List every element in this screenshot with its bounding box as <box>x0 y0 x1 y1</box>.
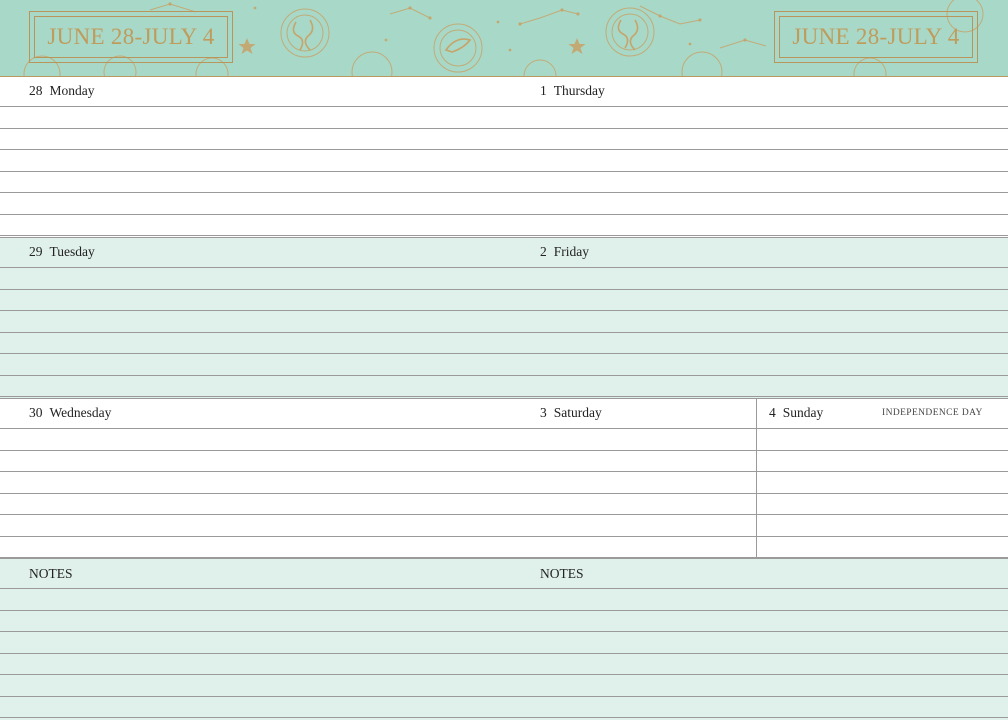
ruled-line <box>0 289 1008 290</box>
day-friday-number: 2 <box>540 244 547 259</box>
ruled-line <box>0 310 1008 311</box>
ruled-line <box>0 450 1008 451</box>
ruled-line <box>0 610 1008 611</box>
day-tuesday: 29 Tuesday <box>29 244 95 260</box>
week-title-right-text: JUNE 28-JULY 4 <box>792 24 960 49</box>
day-sunday-label: Sunday <box>782 405 824 420</box>
ruled-line <box>0 171 1008 172</box>
ruled-line <box>0 106 1008 107</box>
section-boundary <box>0 398 1008 399</box>
day-monday: 28 Monday <box>29 83 95 99</box>
ruled-line <box>0 696 1008 697</box>
ruled-line <box>0 353 1008 354</box>
ruled-line <box>0 192 1008 193</box>
ruled-line <box>0 514 1008 515</box>
section-boundary <box>0 558 1008 559</box>
ruled-line <box>0 717 1008 718</box>
ruled-line <box>0 396 1008 397</box>
section-boundary <box>0 237 1008 238</box>
holiday-label: INDEPENDENCE DAY <box>882 408 983 418</box>
day-thursday-number: 1 <box>540 83 547 98</box>
day-friday-label: Friday <box>553 244 589 259</box>
day-monday-number: 28 <box>29 83 43 98</box>
ruled-line <box>0 128 1008 129</box>
ruled-line <box>0 235 1008 236</box>
day-wednesday-number: 30 <box>29 405 43 420</box>
header-banner: JUNE 28-JULY 4 JUNE 28-JULY 4 <box>0 0 1008 77</box>
day-saturday-label: Saturday <box>553 405 602 420</box>
ruled-line <box>0 588 1008 589</box>
day-thursday-label: Thursday <box>553 83 605 98</box>
sunday-divider <box>756 398 757 558</box>
ruled-line <box>0 536 1008 537</box>
day-sunday: 4 Sunday <box>769 405 823 421</box>
section-tuesday-friday <box>0 237 1008 398</box>
ruled-line <box>0 267 1008 268</box>
day-saturday: 3 Saturday <box>540 405 602 421</box>
day-saturday-number: 3 <box>540 405 547 420</box>
notes-right-label: NOTES <box>540 566 584 581</box>
week-title-right: JUNE 28-JULY 4 <box>774 11 978 63</box>
day-thursday: 1 Thursday <box>540 83 605 99</box>
day-friday: 2 Friday <box>540 244 589 260</box>
ruled-line <box>0 653 1008 654</box>
ruled-line <box>0 214 1008 215</box>
ruled-line <box>0 471 1008 472</box>
day-monday-label: Monday <box>49 83 95 98</box>
day-sunday-number: 4 <box>769 405 776 420</box>
ruled-line <box>0 332 1008 333</box>
ruled-line <box>0 493 1008 494</box>
week-title-left-text: JUNE 28-JULY 4 <box>47 24 215 49</box>
ruled-line <box>0 149 1008 150</box>
ruled-line <box>0 674 1008 675</box>
day-wednesday-label: Wednesday <box>49 405 112 420</box>
day-tuesday-number: 29 <box>29 244 43 259</box>
section-wednesday-saturday-sunday <box>0 398 1008 559</box>
ruled-line <box>0 428 1008 429</box>
day-wednesday: 30 Wednesday <box>29 405 111 421</box>
day-tuesday-label: Tuesday <box>49 244 95 259</box>
section-monday-thursday <box>0 76 1008 237</box>
ruled-line <box>0 375 1008 376</box>
ruled-line <box>0 631 1008 632</box>
notes-left-label: NOTES <box>29 566 73 581</box>
week-title-left: JUNE 28-JULY 4 <box>29 11 233 63</box>
